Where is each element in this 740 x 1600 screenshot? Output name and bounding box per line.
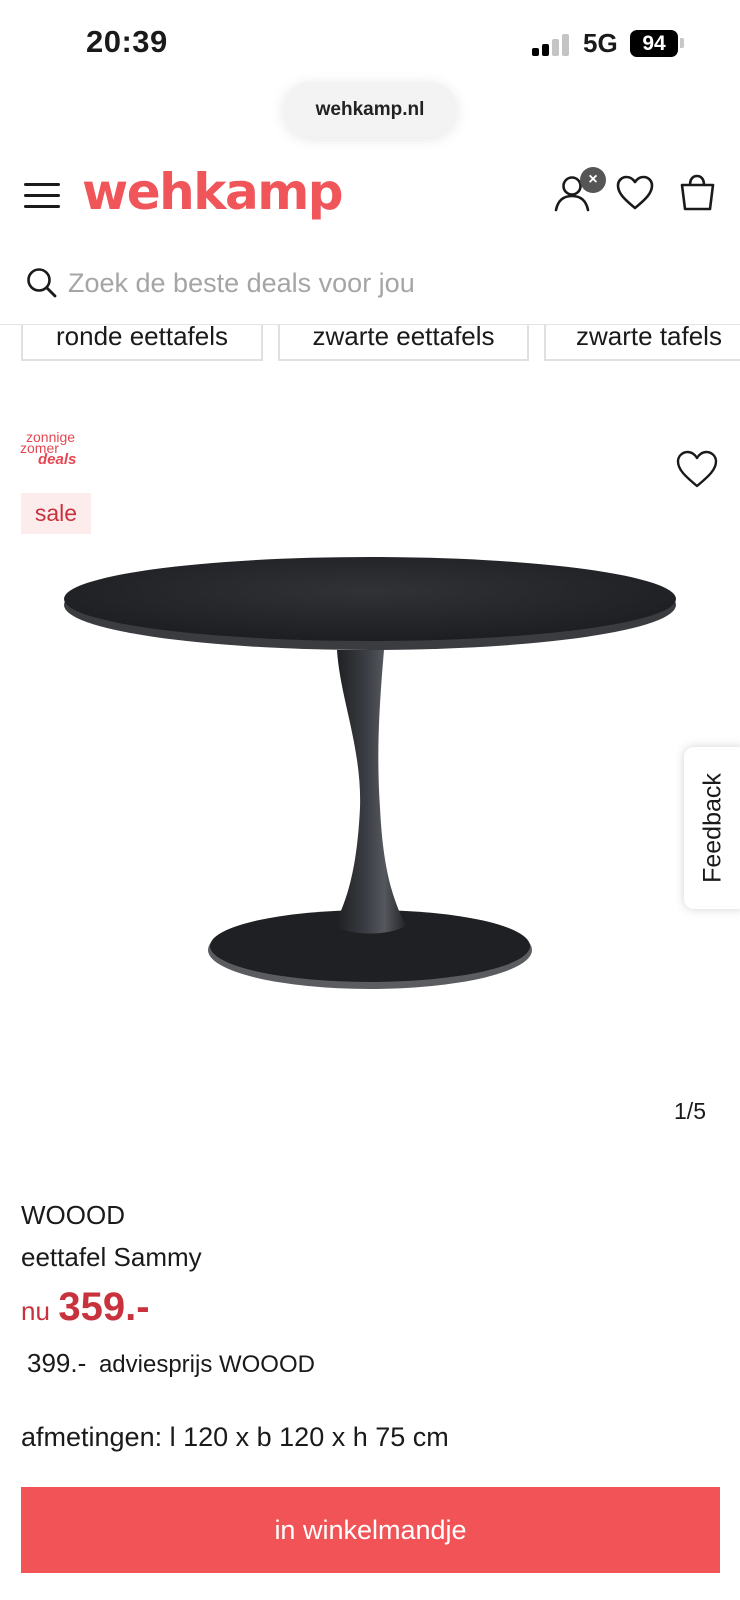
chip-zwarte-tafels[interactable]: zwarte tafels <box>544 325 740 361</box>
menu-icon[interactable] <box>24 183 60 209</box>
image-counter: 1/5 <box>674 1098 706 1124</box>
close-icon[interactable]: × <box>580 167 606 193</box>
wishlist-heart-icon[interactable] <box>674 448 720 490</box>
sale-badge: sale <box>21 493 91 534</box>
advice-price-row: 399.- adviesprijs WOOOD <box>27 1348 315 1379</box>
zonnige-zomer-deals-logo: zonnige zomer deals <box>20 429 77 468</box>
advice-price-label: adviesprijs WOOOD <box>98 1351 315 1378</box>
price-prefix: nu <box>21 1296 50 1326</box>
wehkamp-logo[interactable]: wehkamp <box>82 163 344 221</box>
product-price: 359.- <box>58 1285 150 1329</box>
status-time: 20:39 <box>86 24 168 59</box>
search-input[interactable] <box>68 259 708 307</box>
product-brand[interactable]: WOOOD <box>21 1200 125 1231</box>
advice-price: 399.- <box>27 1348 87 1378</box>
network-label: 5G <box>583 28 618 58</box>
product-image[interactable] <box>40 548 700 1018</box>
feedback-tab[interactable]: Feedback <box>684 747 740 909</box>
status-bar: 20:39 5G 94 <box>0 0 740 90</box>
search-icon[interactable] <box>26 267 58 299</box>
add-to-cart-button[interactable]: in winkelmandje <box>21 1487 720 1573</box>
heart-icon[interactable] <box>614 172 656 214</box>
product-title: eettafel Sammy <box>21 1242 202 1272</box>
signal-icon <box>532 34 572 56</box>
category-chips: ronde eettafels zwarte eettafels zwarte … <box>0 325 740 367</box>
chip-ronde-eettafels[interactable]: ronde eettafels <box>21 325 263 361</box>
search-bar <box>0 245 740 325</box>
url-bar[interactable]: wehkamp.nl <box>283 82 457 137</box>
price-row: nu 359.- <box>21 1285 150 1335</box>
product-dimensions: afmetingen: l 120 x b 120 x h 75 cm <box>21 1422 449 1452</box>
shopping-bag-icon[interactable] <box>677 172 719 214</box>
chip-zwarte-eettafels[interactable]: zwarte eettafels <box>278 325 529 361</box>
battery-icon: 94 <box>630 30 678 57</box>
battery-tip <box>680 38 684 48</box>
feedback-label: Feedback <box>698 773 727 883</box>
